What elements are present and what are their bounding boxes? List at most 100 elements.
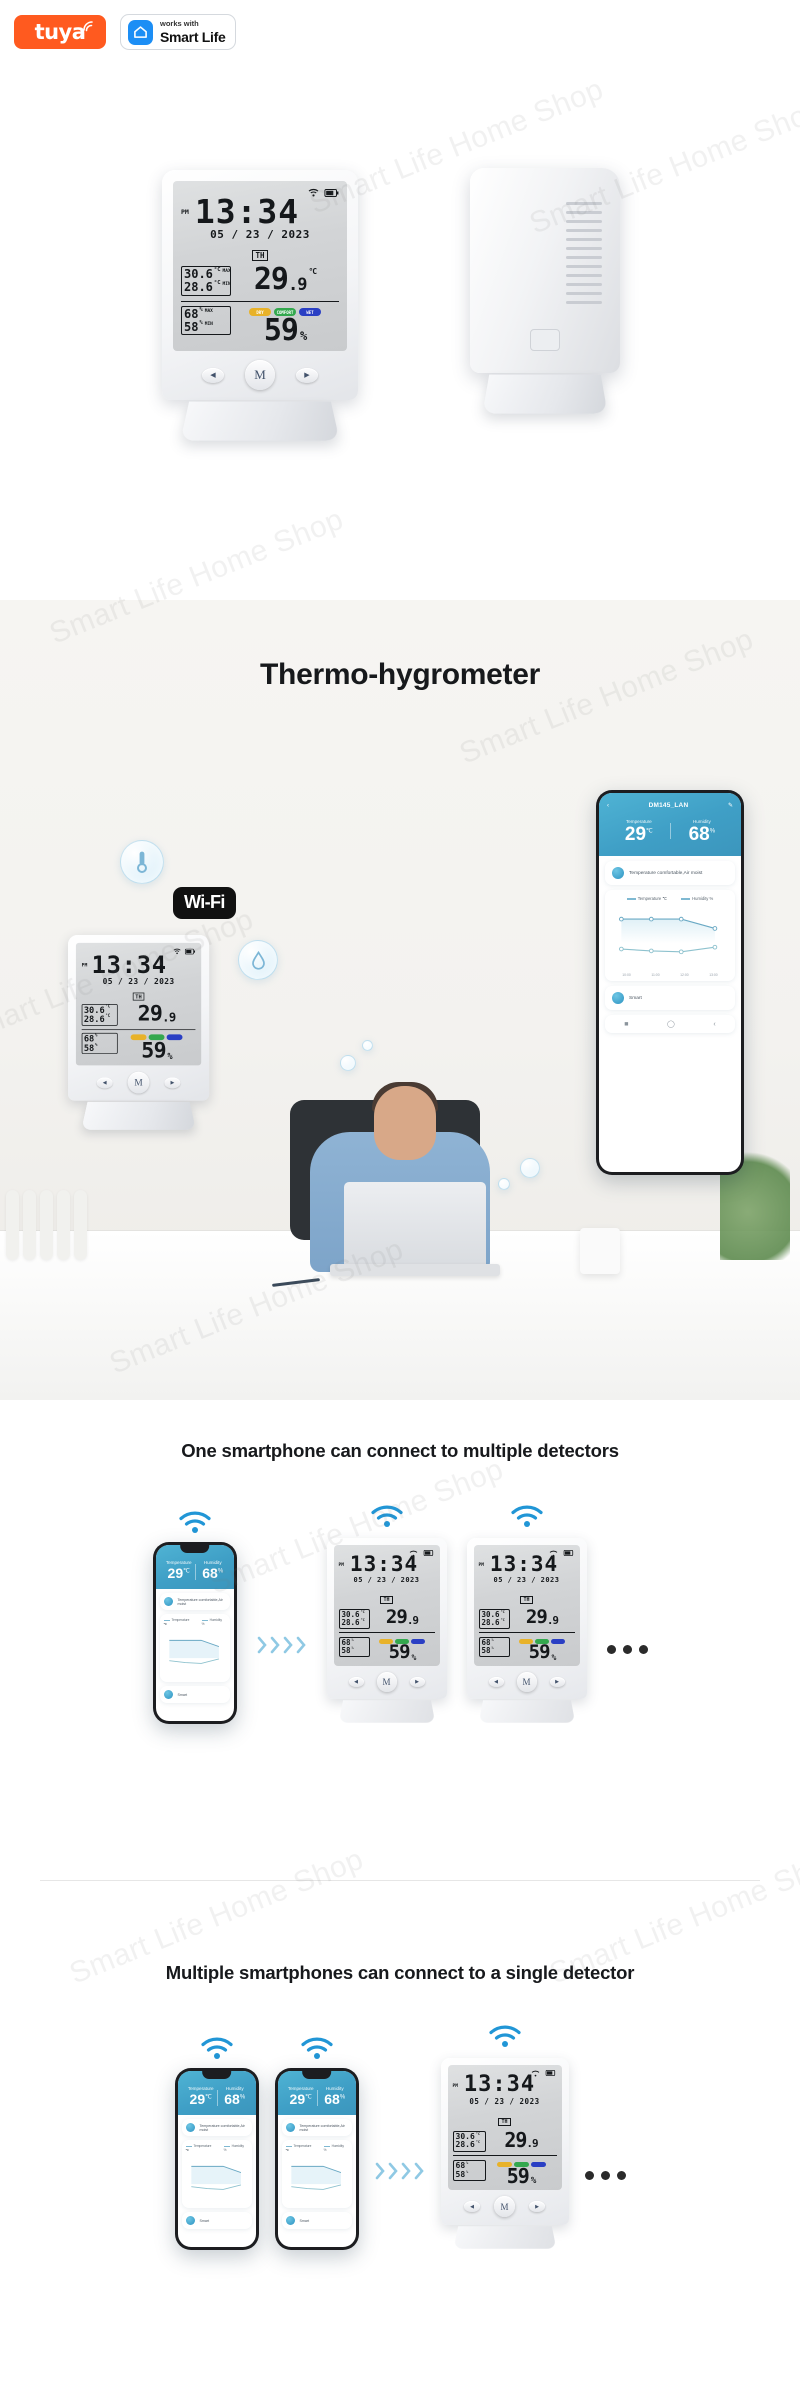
app-hum-value: 68 [224, 2091, 240, 2108]
hum-current: 59 % [231, 316, 339, 346]
next-button[interactable]: ▶ [549, 1677, 565, 1688]
clock-date: 05 / 23 / 2023 [353, 1575, 420, 1584]
prev-button[interactable]: ◀ [464, 2201, 480, 2213]
app-hum-label: Humidity [225, 2086, 244, 2092]
app-hum-unit: % [339, 2094, 346, 2101]
hum-unit: % [94, 1033, 98, 1039]
wifi-arc-icon [83, 21, 93, 32]
hum-unit: % [199, 319, 203, 326]
app-status-text: Temperature comfortable,Air moist [299, 2123, 345, 2132]
clock-time: 13:34 [91, 950, 167, 979]
next-button[interactable]: ▶ [296, 367, 318, 383]
hum-min-value: 58 [341, 1646, 351, 1656]
temp-current-int: 29 [253, 262, 289, 298]
next-button[interactable]: ▶ [529, 2201, 545, 2213]
hum-max-value: 68 [184, 307, 199, 322]
legend-humidity: Humidity % [223, 2144, 244, 2153]
chevron-right-icon [296, 1637, 306, 1654]
wifi-icon [300, 2037, 333, 2060]
lifestyle-section: Thermo-hygrometer Wi-Fi PM 13:34 05 / 23… [0, 600, 800, 1400]
min-label: MIN [222, 281, 231, 287]
detector-group: PM 13:34 05 / 23 / 2023 TH 30.6 °C 28.6 °C… [466, 1504, 587, 1724]
square-icon[interactable]: ■ [624, 1021, 628, 1028]
hum-unit: % [199, 307, 203, 314]
app-humidity: Humidity 68% [689, 819, 715, 844]
prev-button[interactable]: ◀ [488, 1677, 504, 1688]
app-line-chart [290, 2166, 341, 2191]
app-hum-value: 68 [202, 1565, 218, 1582]
chevron-right-icon [270, 1637, 280, 1654]
max-label: MAX [222, 269, 231, 275]
temp-min-value: 28.6 [184, 279, 213, 294]
app-temp-label: Temperature [287, 2086, 314, 2092]
tuya-label: tuya [34, 19, 86, 44]
app-hum-unit: % [217, 1568, 224, 1575]
decor-bubble [340, 1055, 356, 1071]
comfort-wet [530, 2162, 546, 2168]
phone-group: Temperature 29℃ Humidity 68% Temperature… [274, 2036, 359, 2251]
multi-phone-section: Multiple smartphones can connect to a si… [0, 1900, 800, 2400]
mode-button[interactable]: M [494, 2196, 515, 2218]
temp-unit: °C [105, 1005, 111, 1010]
wifi-badge-label: Wi-Fi [184, 892, 225, 912]
next-button[interactable]: ▶ [409, 1677, 425, 1688]
app-smart-label: Smart [299, 2218, 310, 2223]
hum-min-value: 58 [83, 1042, 95, 1053]
detector-device: PM 13:34 05 / 23 / 2023 TH 30.6 °C 28.6 °C… [326, 1538, 447, 1724]
prev-button[interactable]: ◀ [202, 367, 224, 383]
back-icon[interactable]: ‹ [713, 1021, 715, 1028]
back-chevron-icon[interactable]: ‹ [607, 803, 609, 809]
multi-phone-title: Multiple smartphones can connect to a si… [165, 1962, 635, 1983]
hum-current-value: 59 [506, 2164, 530, 2189]
smart-icon [185, 2216, 195, 2226]
status-icon [163, 1597, 173, 1607]
mode-button[interactable]: M [245, 360, 275, 391]
device-front: PM 13:34 05 / 23 / 2023 TH 30.6 °C MAX 2… [162, 170, 358, 442]
detector-group: PM 13:34 05 / 23 / 2023 TH 30.6 °C 28.6 °C… [326, 1504, 447, 1724]
smartphone: Temperature 29℃ Humidity 68% Temperature… [174, 2068, 259, 2251]
detector-group: PM 13:34 05 / 23 / 2023 TH 30.6 °C 28.6 °C… [440, 2024, 569, 2250]
phone-notch [301, 2071, 332, 2080]
connection-arrows [257, 1636, 307, 1654]
more-detectors-ellipsis [606, 1645, 648, 1655]
device-stand [478, 1700, 575, 1724]
hum-unit: % [94, 1042, 98, 1048]
app-device-name: DM145_LAN [648, 802, 689, 809]
hum-unit: % [351, 1646, 354, 1651]
detector-device: PM 13:34 05 / 23 / 2023 TH 30.6 °C 28.6 °C… [440, 2058, 569, 2250]
connection-arrows [375, 2162, 425, 2180]
app-smart-card[interactable]: Smart [605, 986, 735, 1010]
clock-date: 05 / 23 / 2023 [493, 1575, 560, 1584]
app-smart-label: Smart [199, 2218, 210, 2223]
app-status-text: Temperature comfortable,Air moist [199, 2123, 245, 2132]
mode-button[interactable]: M [127, 1071, 150, 1094]
clock-time: 13:34 [349, 1552, 419, 1576]
temp-current-dec: .9 [546, 1614, 559, 1628]
app-status-card[interactable]: Temperature comfortable,Air moist [605, 861, 735, 885]
humidity-bubble [238, 940, 278, 980]
app-status-text: Temperature comfortable,Air moist [629, 870, 703, 876]
battery-icon [545, 2070, 555, 2076]
hum-min-value: 58 [481, 1646, 491, 1656]
multi-detector-section: One smartphone can connect to multiple d… [0, 1400, 800, 1900]
clock-date: 05 / 23 / 2023 [469, 2096, 540, 2106]
circle-icon[interactable]: ◯ [667, 1020, 675, 1028]
temp-min-value: 28.6 [341, 1617, 360, 1627]
mode-button[interactable]: M [376, 1672, 397, 1693]
mode-button[interactable]: M [516, 1672, 537, 1693]
laptop-base [330, 1264, 500, 1276]
max-label: MAX [204, 309, 213, 315]
x-label: 12:00 [680, 973, 689, 977]
next-button[interactable]: ▶ [164, 1077, 181, 1089]
hum-unit: % [491, 1646, 494, 1651]
prev-button[interactable]: ◀ [348, 1677, 364, 1688]
hum-unit: % [466, 2169, 469, 2174]
weekday-label: TH [498, 2117, 511, 2126]
legend-humidity: Humidity % [201, 1618, 222, 1627]
cup [580, 1228, 620, 1274]
status-icon [612, 867, 624, 879]
hum-current-unit: % [299, 329, 307, 344]
prev-button[interactable]: ◀ [96, 1077, 113, 1089]
edit-pencil-icon[interactable]: ✎ [728, 802, 733, 809]
device-back [470, 168, 620, 415]
